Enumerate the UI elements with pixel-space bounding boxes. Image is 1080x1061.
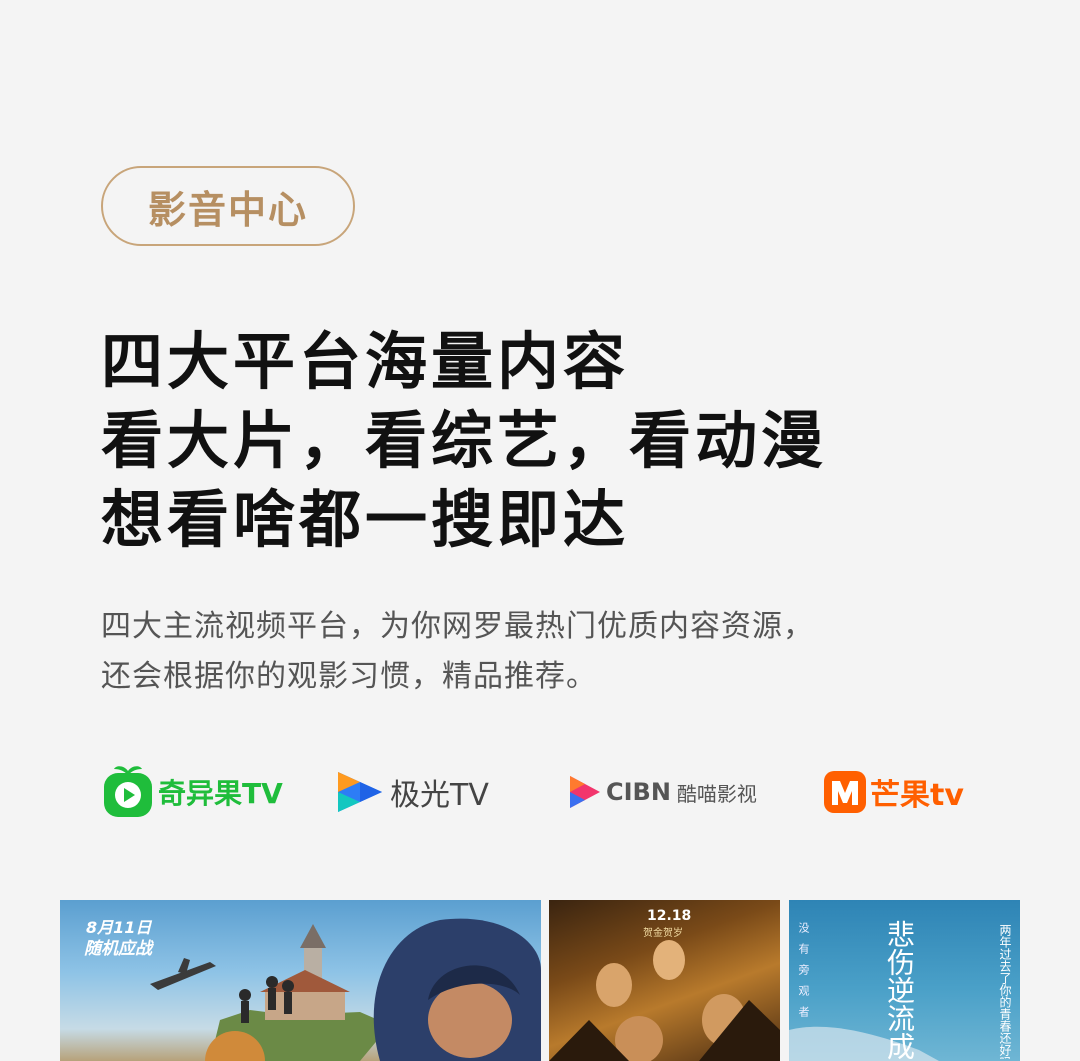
platform-name-cibn: CIBN bbox=[606, 778, 671, 806]
description: 四大主流视频平台，为你网罗最热门优质内容资源， 还会根据你的观影习惯，精品推荐。 bbox=[101, 602, 814, 702]
mango-m-icon bbox=[824, 771, 866, 813]
kiwi-play-icon bbox=[104, 766, 152, 817]
platform-logos: 奇异果TV 极光TV CIBN 酷喵影视 芒果tv bbox=[90, 760, 1010, 824]
section-badge: 影音中心 bbox=[101, 166, 355, 246]
platform-name-qiyiguo: 奇异果TV bbox=[158, 777, 283, 810]
poster-3-tagline: 两年过去了你的青春还好吗 bbox=[998, 924, 1012, 1059]
movie-poster-1[interactable]: 8月11日 随机应战 bbox=[60, 900, 541, 1061]
platform-name-jiguang: 极光TV bbox=[390, 778, 489, 813]
cibn-play-icon bbox=[570, 776, 600, 808]
media-center-page: 影音中心 四大平台海量内容 看大片，看综艺，看动漫 想看啥都一搜即达 四大主流视… bbox=[0, 0, 1080, 1061]
aurora-play-icon bbox=[338, 772, 382, 812]
platform-logo-cibn: CIBN 酷喵影视 bbox=[568, 760, 757, 824]
platform-logo-jiguang: 极光TV bbox=[334, 760, 489, 824]
platform-subname-cibn: 酷喵影视 bbox=[676, 781, 757, 806]
poster-2-caption: 贺金贺岁 bbox=[643, 928, 683, 939]
movie-poster-3[interactable]: 悲伤逆流成河 没有旁观者 两年过去了你的青春还好吗 bbox=[789, 900, 1020, 1061]
description-line-2: 还会根据你的观影习惯，精品推荐。 bbox=[101, 659, 597, 694]
movie-poster-2[interactable]: 12.18 贺金贺岁 bbox=[549, 900, 780, 1061]
headline-line-1: 四大平台海量内容 bbox=[101, 325, 630, 398]
headline-line-3: 想看啥都一搜即达 bbox=[101, 483, 630, 556]
poster-2-date: 12.18 bbox=[647, 908, 692, 924]
platform-logo-qiyiguo: 奇异果TV bbox=[102, 760, 283, 824]
platform-logo-mangguo: 芒果tv bbox=[822, 760, 964, 824]
section-badge-label: 影音中心 bbox=[147, 187, 308, 232]
platform-name-mangguo: 芒果tv bbox=[870, 778, 964, 813]
poster-3-side-text: 没有旁观者 bbox=[797, 922, 810, 1027]
description-line-1: 四大主流视频平台，为你网罗最热门优质内容资源， bbox=[101, 609, 814, 644]
headline-line-2: 看大片，看综艺，看动漫 bbox=[101, 404, 828, 477]
poster-3-title: 悲伤逆流成河 bbox=[883, 920, 916, 1061]
headline: 四大平台海量内容 看大片，看综艺，看动漫 想看啥都一搜即达 bbox=[101, 322, 827, 559]
poster-1-caption: 随机应战 bbox=[84, 939, 152, 959]
movie-posters: 8月11日 随机应战 12.18 贺金贺岁 悲伤逆流成河 没有旁观者 两年过去了… bbox=[0, 900, 1080, 1061]
